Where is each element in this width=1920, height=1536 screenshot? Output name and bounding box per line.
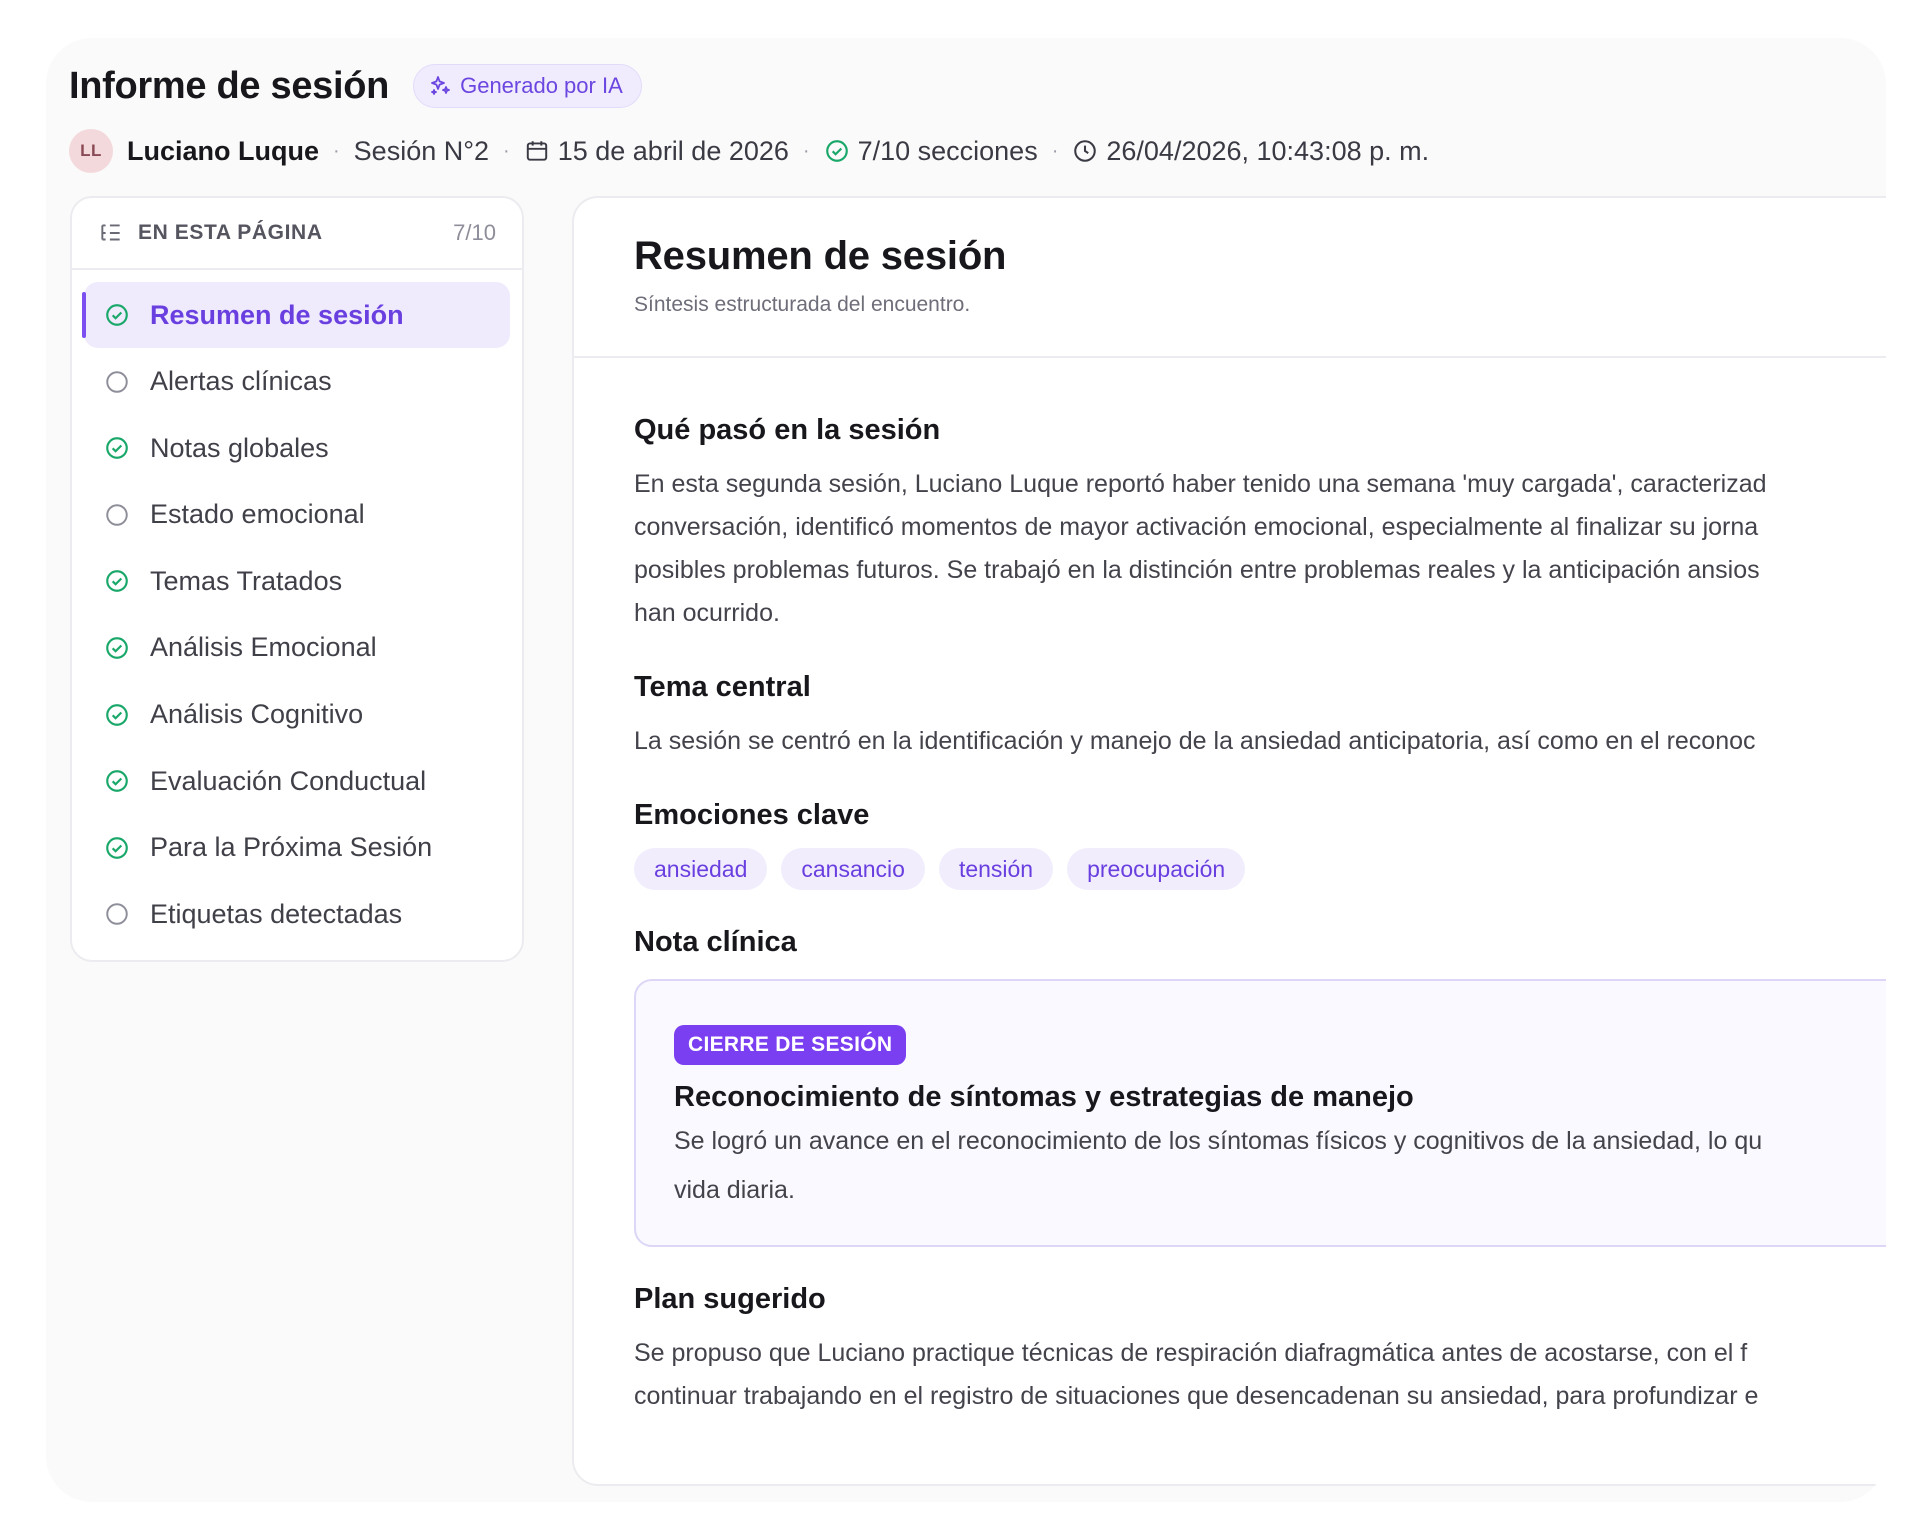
emotion-chip: tensión [938, 848, 1054, 890]
toc-heading: EN ESTA PÁGINA [138, 221, 323, 244]
section-title: Plan sugerido [634, 1283, 826, 1315]
toc-item-evaluacion-conductual[interactable]: Evaluación Conductual [84, 748, 510, 814]
list-tree-icon [101, 224, 120, 241]
panel-header: Resumen de sesión Síntesis estructurada … [574, 198, 1886, 358]
empty-circle-icon [106, 504, 128, 526]
panel-title: Resumen de sesión [634, 234, 1007, 278]
panel-content: Qué pasó en la sesión En esta segunda se… [574, 358, 1886, 1454]
toc-count: 7/10 [453, 220, 496, 245]
check-circle-icon [106, 570, 128, 593]
empty-circle-icon [106, 370, 128, 393]
paragraph-line: Se propuso que Luciano practique técnica… [634, 1339, 1748, 1367]
paragraph-line: continuar trabajando en el registro de s… [634, 1382, 1759, 1410]
central-theme-section: Tema central La sesión se centró en la i… [634, 671, 1886, 763]
toc-list: Resumen de sesión Alertas clínicas Notas… [72, 270, 522, 947]
sparkle-icon [431, 76, 450, 95]
check-circle-icon [106, 304, 128, 326]
paragraph-line: han ocurrido. [634, 599, 780, 627]
toc-item-temas-tratados[interactable]: Temas Tratados [84, 548, 510, 614]
section-title: Tema central [634, 671, 811, 703]
toc-item-label: Evaluación Conductual [150, 765, 427, 796]
calendar-icon [526, 141, 547, 161]
toc-item-resumen-de-sesion[interactable]: Resumen de sesión [82, 282, 510, 348]
toc-item-label: Notas globales [150, 432, 329, 463]
section-title: Emociones clave [634, 799, 870, 831]
meta-separator: · [333, 139, 340, 162]
toc-item-analisis-cognitivo[interactable]: Análisis Cognitivo [84, 682, 510, 748]
toc-item-label: Análisis Emocional [150, 632, 377, 663]
generated-timestamp: 26/04/2026, 10:43:08 p. m. [1072, 136, 1429, 167]
panel-subtitle: Síntesis estructurada del encuentro. [634, 293, 971, 316]
toc-item-analisis-emocional[interactable]: Análisis Emocional [84, 615, 510, 681]
emotion-chips: ansiedad cansancio tensión preocupación [634, 848, 1886, 890]
meta-separator: · [802, 139, 810, 162]
toc-item-label: Análisis Cognitivo [150, 699, 364, 730]
session-summary-panel: Resumen de sesión Síntesis estructurada … [572, 196, 1886, 1486]
emotion-chip: cansancio [781, 848, 925, 890]
clinical-note-section: Nota clínica CIERRE DE SESIÓN Reconocimi… [634, 926, 1886, 1247]
toc-item-label: Estado emocional [150, 499, 365, 530]
suggested-plan-section: Plan sugerido Se propuso que Luciano pra… [634, 1283, 1886, 1418]
key-emotions-section: Emociones clave ansiedad cansancio tensi… [634, 799, 1886, 890]
meta-separator: · [1051, 139, 1059, 162]
toc-item-label: Para la Próxima Sesión [150, 832, 433, 863]
toc-header: EN ESTA PÁGINA 7/10 [72, 198, 522, 270]
toc-item-label: Temas Tratados [150, 565, 343, 596]
sections-progress: 7/10 secciones [824, 136, 1038, 167]
note-tag: CIERRE DE SESIÓN [674, 1025, 907, 1065]
toc-item-label: Etiquetas detectadas [150, 898, 403, 929]
toc-item-etiquetas-detectadas[interactable]: Etiquetas detectadas [84, 881, 510, 947]
session-number: Sesión N°2 [353, 135, 490, 166]
note-line: vida diaria. [674, 1176, 795, 1204]
toc-item-notas-globales[interactable]: Notas globales [84, 415, 510, 481]
paragraph-line: La sesión se centró en la identificación… [634, 727, 1756, 755]
generated-timestamp-text: 26/04/2026, 10:43:08 p. m. [1106, 135, 1430, 166]
what-happened-section: Qué pasó en la sesión En esta segunda se… [634, 414, 1886, 635]
toc-item-para-la-proxima-sesion[interactable]: Para la Próxima Sesión [84, 815, 510, 881]
check-circle-icon [106, 770, 128, 792]
patient-name: Luciano Luque [127, 135, 319, 166]
check-circle-icon [825, 140, 848, 162]
toc-item-label: Resumen de sesión [150, 299, 404, 330]
session-date-text: 15 de abril de 2026 [557, 135, 789, 166]
toc-item-alertas-clinicas[interactable]: Alertas clínicas [84, 349, 510, 415]
note-line: Se logró un avance en el reconocimiento … [674, 1127, 1763, 1155]
toc-item-label: Alertas clínicas [150, 366, 332, 397]
sections-progress-text: 7/10 secciones [857, 135, 1038, 166]
meta-row: LL Luciano Luque · Sesión N°2 · 15 de ab… [69, 126, 1886, 176]
section-title: Qué pasó en la sesión [634, 414, 941, 446]
avatar: LL [69, 129, 113, 173]
emotion-chip: preocupación [1067, 848, 1246, 890]
check-circle-icon [106, 437, 128, 460]
meta-separator: · [503, 139, 510, 162]
report-shell: Informe de sesión Generado por IA LL Luc… [46, 38, 1886, 1502]
clock-icon [1074, 140, 1097, 162]
check-circle-icon [106, 637, 128, 659]
section-title: Nota clínica [634, 926, 797, 958]
paragraph-line: posibles problemas futuros. Se trabajó e… [634, 556, 1760, 584]
check-circle-icon [106, 703, 128, 726]
page-title: Informe de sesión [69, 64, 390, 107]
ai-generated-badge: Generado por IA [413, 64, 642, 108]
empty-circle-icon [106, 903, 128, 926]
ai-badge-label: Generado por IA [460, 73, 623, 98]
table-of-contents: EN ESTA PÁGINA 7/10 Resumen de sesión Al… [70, 196, 524, 962]
session-date: 15 de abril de 2026 [524, 136, 789, 167]
clinical-note-card: CIERRE DE SESIÓN Reconocimiento de sínto… [634, 979, 1886, 1247]
note-title: Reconocimiento de síntomas y estrategias… [674, 1081, 1414, 1113]
toc-item-estado-emocional[interactable]: Estado emocional [84, 482, 510, 548]
paragraph-line: En esta segunda sesión, Luciano Luque re… [634, 470, 1767, 498]
title-row: Informe de sesión Generado por IA [69, 58, 1886, 114]
emotion-chip: ansiedad [634, 848, 768, 890]
report-header: Informe de sesión Generado por IA LL Luc… [69, 58, 1886, 176]
paragraph-line: conversación, identificó momentos de may… [634, 513, 1759, 541]
check-circle-icon [106, 836, 128, 859]
